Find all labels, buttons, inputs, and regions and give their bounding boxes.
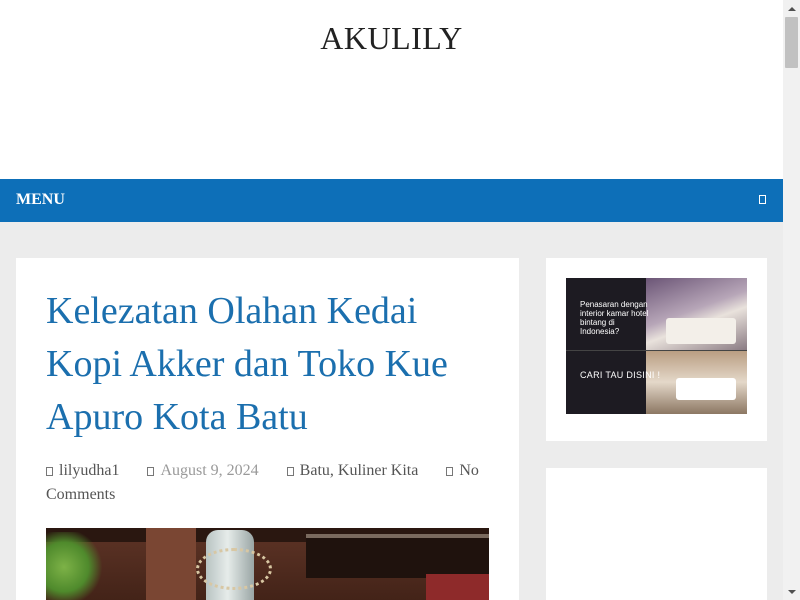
site-title[interactable]: AKULILY — [0, 20, 783, 57]
category-links[interactable]: Batu, Kuliner Kita — [300, 462, 419, 479]
scroll-up-arrow-icon[interactable] — [783, 0, 800, 17]
post-meta: lilyudha1 August 9, 2024 Batu, Kuliner K… — [46, 459, 496, 507]
user-icon — [46, 467, 53, 476]
menu-label[interactable]: MENU — [16, 191, 65, 209]
calendar-icon — [147, 467, 155, 476]
post-title[interactable]: Kelezatan Olahan Kedai Kopi Akker dan To… — [46, 285, 496, 444]
post-categories: Batu, Kuliner Kita — [286, 462, 419, 479]
post-card: Kelezatan Olahan Kedai Kopi Akker dan To… — [16, 258, 519, 600]
author-link[interactable]: lilyudha1 — [59, 462, 119, 479]
post-date-item: August 9, 2024 — [147, 462, 259, 479]
post-date[interactable]: August 9, 2024 — [160, 462, 258, 479]
scroll-down-arrow-icon[interactable] — [783, 583, 800, 600]
ad-headline: Penasaran dengan interior kamar hotel bi… — [580, 300, 649, 336]
featured-image[interactable] — [46, 528, 489, 600]
scrollbar-thumb[interactable] — [785, 17, 798, 68]
site-header: AKULILY — [0, 0, 783, 179]
menu-toggle-icon[interactable] — [755, 192, 769, 206]
comment-icon — [446, 467, 454, 476]
sidebar-widget-ad: Penasaran dengan interior kamar hotel bi… — [546, 258, 767, 441]
folder-icon — [286, 467, 294, 476]
main-navigation: MENU — [0, 179, 783, 222]
post-author: lilyudha1 — [46, 462, 119, 479]
ad-cta[interactable]: CARI TAU DISINI ! — [580, 370, 660, 380]
hotel-ad-banner[interactable]: Penasaran dengan interior kamar hotel bi… — [566, 278, 747, 414]
page-scrollbar[interactable] — [783, 0, 800, 600]
sidebar-widget-empty — [546, 468, 767, 600]
